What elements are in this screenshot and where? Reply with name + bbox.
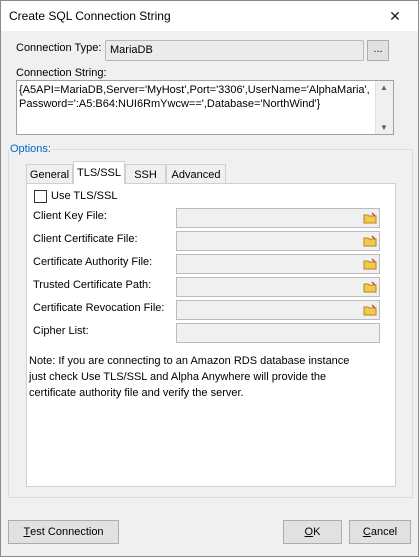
connection-string-line-2: Password=':A5:B64:NUI6RmYwcw==',Database…	[19, 98, 321, 110]
tab-label: TLS/SSL	[76, 167, 122, 179]
client-certificate-file-input[interactable]	[176, 231, 380, 251]
test-connection-accelerator: T	[23, 526, 31, 538]
cancel-button[interactable]: Cancel	[349, 520, 411, 544]
connection-string-textarea[interactable]: {A5API=MariaDB,Server='MyHost',Port='330…	[16, 80, 394, 135]
note-line: just check Use TLS/SSL and Alpha Anywher…	[29, 371, 327, 383]
client-certificate-file-browse-button[interactable]	[361, 232, 379, 250]
scroll-down-icon[interactable]: ▼	[380, 123, 388, 132]
window-title: Create SQL Connection String	[9, 9, 171, 23]
ok-label: K	[313, 526, 321, 538]
cancel-label: ancel	[370, 526, 398, 538]
trusted-certificate-path-label: Trusted Certificate Path:	[33, 279, 152, 291]
certificate-revocation-file-input[interactable]	[176, 300, 380, 320]
certificate-authority-file-input[interactable]	[176, 254, 380, 274]
use-tls-checkbox[interactable]	[34, 190, 47, 203]
client-key-file-browse-button[interactable]	[361, 209, 379, 227]
test-connection-label: est Connection	[30, 526, 104, 538]
folder-icon	[363, 258, 377, 270]
connection-string-line-1: {A5API=MariaDB,Server='MyHost',Port='330…	[19, 84, 370, 96]
certificate-revocation-file-browse-button[interactable]	[361, 301, 379, 319]
scroll-up-icon[interactable]: ▲	[380, 83, 388, 92]
cipher-list-input[interactable]	[176, 323, 380, 343]
title-bar: Create SQL Connection String ✕	[1, 1, 418, 31]
folder-icon	[363, 212, 377, 224]
tab-tls-ssl[interactable]: TLS/SSL	[73, 161, 125, 184]
trusted-certificate-path-browse-button[interactable]	[361, 278, 379, 296]
tab-ssh[interactable]: SSH	[125, 164, 166, 184]
cancel-accelerator: C	[362, 526, 371, 538]
client-key-file-label: Client Key File:	[33, 210, 107, 222]
connection-type-field[interactable]: MariaDB	[105, 40, 364, 61]
client-key-file-input[interactable]	[176, 208, 380, 228]
connection-type-value: MariaDB	[110, 44, 153, 56]
browse-label: ...	[373, 42, 383, 55]
note-line: certificate authority file and verify th…	[29, 387, 244, 399]
note-line: Note: If you are connecting to an Amazon…	[29, 355, 350, 367]
use-tls-label: Use TLS/SSL	[51, 190, 118, 202]
connection-type-label: Connection Type:	[16, 42, 102, 54]
folder-icon	[363, 304, 377, 316]
tab-label: General	[29, 168, 70, 181]
trusted-certificate-path-input[interactable]	[176, 277, 380, 297]
tab-label: SSH	[134, 168, 157, 181]
cipher-list-label: Cipher List:	[33, 325, 89, 337]
ok-button[interactable]: OK	[283, 520, 342, 544]
folder-icon	[363, 235, 377, 247]
ok-accelerator: O	[304, 526, 314, 538]
folder-icon	[363, 281, 377, 293]
tab-advanced[interactable]: Advanced	[166, 164, 226, 184]
certificate-revocation-file-label: Certificate Revocation File:	[33, 302, 165, 314]
options-label: Options:	[9, 143, 52, 155]
dialog-window: Create SQL Connection String ✕ Connectio…	[0, 0, 419, 557]
tab-label: Advanced	[171, 168, 221, 181]
client-certificate-file-label: Client Certificate File:	[33, 233, 138, 245]
tab-general[interactable]: General	[26, 164, 73, 184]
close-button[interactable]: ✕	[372, 1, 418, 31]
certificate-authority-file-browse-button[interactable]	[361, 255, 379, 273]
connection-type-browse-button[interactable]: ...	[367, 40, 389, 61]
tls-note: Note: If you are connecting to an Amazon…	[29, 353, 369, 401]
close-icon: ✕	[389, 7, 401, 24]
test-connection-button[interactable]: Test Connection	[8, 520, 119, 544]
connection-string-label: Connection String:	[16, 67, 107, 79]
certificate-authority-file-label: Certificate Authority File:	[33, 256, 153, 268]
connection-string-scrollbar[interactable]: ▲ ▼	[375, 81, 393, 134]
